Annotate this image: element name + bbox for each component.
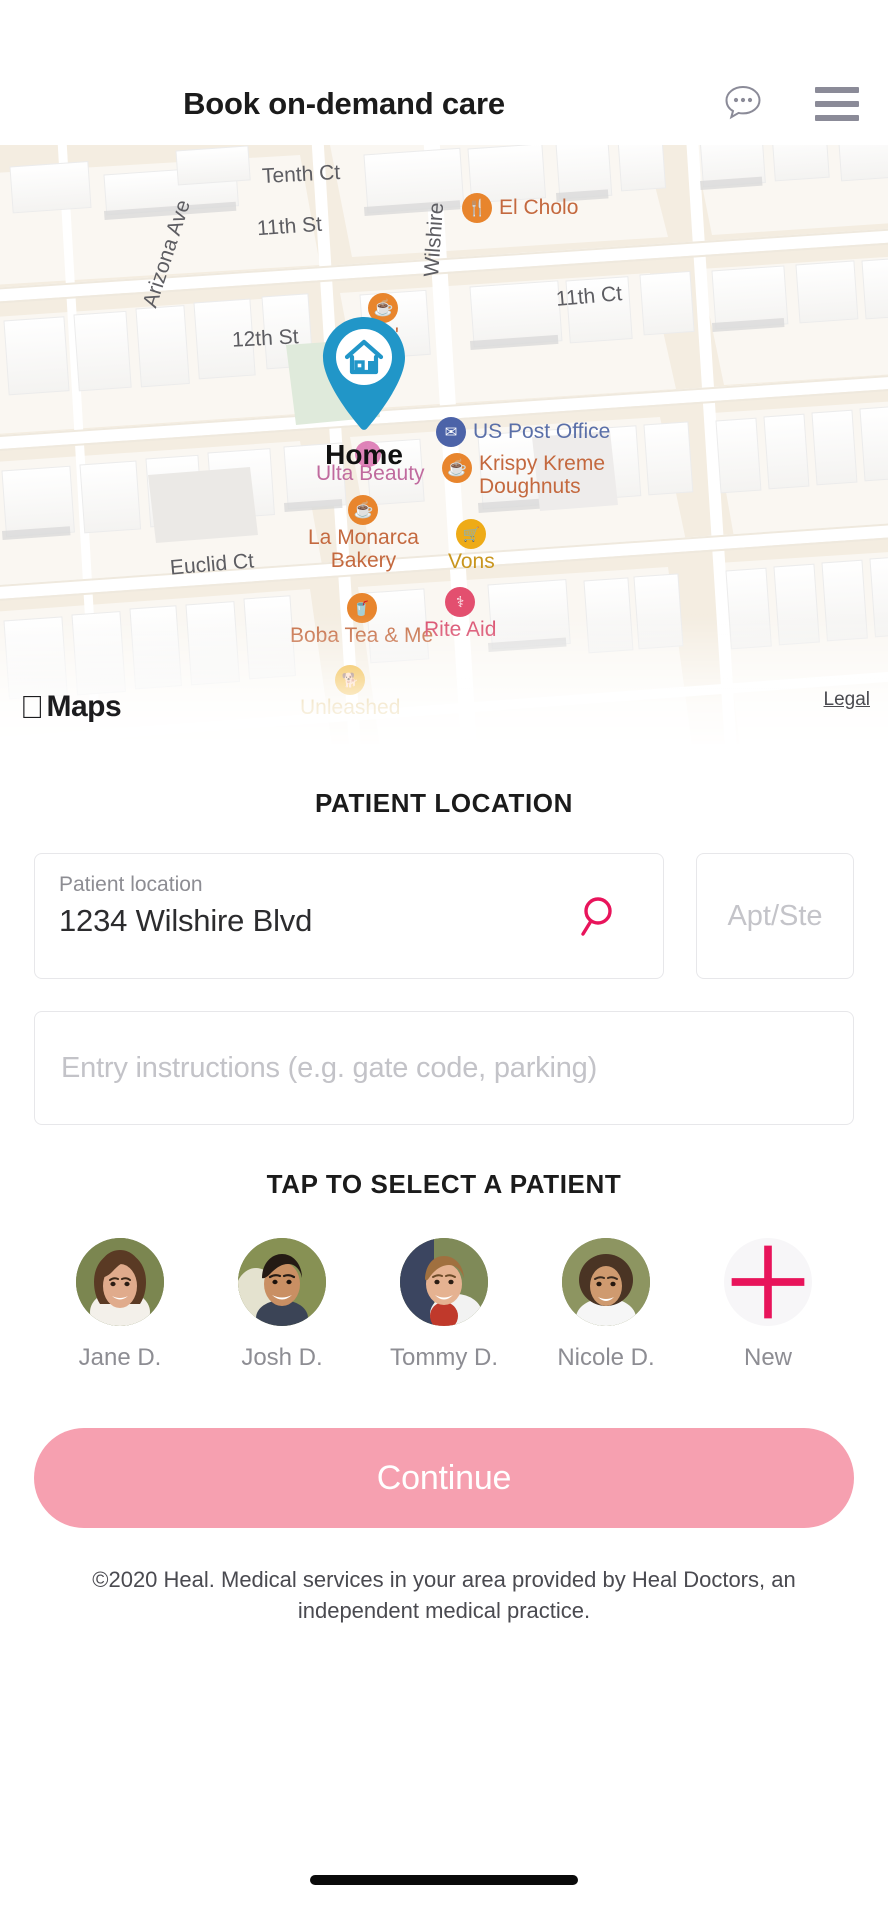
poi-label: US Post Office (473, 419, 611, 443)
poi-label: La Monarca Bakery (308, 526, 419, 572)
apple-maps-attribution:  Maps (20, 690, 122, 724)
poi-krispy-kreme[interactable]: ☕ Krispy Kreme Doughnuts (442, 452, 606, 498)
patient-location-input[interactable]: Patient location 1234 Wilshire Blvd (34, 853, 664, 979)
apt-ste-input[interactable]: Apt/Ste (696, 853, 854, 979)
poi-unleashed[interactable]: 🐕 Unleashed (300, 665, 400, 720)
poi-label: Krispy Kreme Doughnuts (479, 452, 606, 498)
avatar (238, 1238, 326, 1326)
patient-name: Nicole D. (557, 1344, 655, 1371)
poi-label: Boba Tea & Me (290, 624, 434, 647)
patient-option-tommy[interactable]: Tommy D. (370, 1238, 518, 1372)
patient-option-jane[interactable]: Jane D. (46, 1238, 194, 1372)
poi-vons[interactable]: 🛒 Vons (448, 519, 495, 574)
patient-location-caption: Patient location (59, 873, 203, 896)
menu-button[interactable] (814, 81, 860, 127)
restaurant-icon: 🍴 (462, 193, 492, 223)
patient-list: Jane D. Josh D. Tommy D. Nicole D. New (34, 1238, 854, 1372)
chat-bubble-dots-icon (725, 85, 761, 119)
poi-label: Vons (448, 550, 495, 573)
cafe-icon: ☕ (442, 453, 472, 483)
avatar-photo (562, 1238, 650, 1326)
poi-la-monarca-bakery[interactable]: ☕ La Monarca Bakery (308, 495, 419, 572)
poi-us-post-office[interactable]: ✉ US Post Office (436, 417, 610, 447)
patient-option-nicole[interactable]: Nicole D. (532, 1238, 680, 1372)
poi-el-cholo[interactable]: 🍴 El Cholo (462, 193, 578, 223)
map-pin-icon (323, 317, 405, 430)
patient-option-josh[interactable]: Josh D. (208, 1238, 356, 1372)
home-location-pin[interactable]: Home (318, 315, 410, 470)
avatar-photo (238, 1238, 326, 1326)
patient-location-value: 1234 Wilshire Blvd (59, 903, 313, 939)
select-patient-heading: TAP TO SELECT A PATIENT (266, 1169, 622, 1199)
poi-label: Rite Aid (424, 618, 497, 641)
apple-logo-icon:  (20, 691, 44, 723)
poi-rite-aid[interactable]: ⚕ Rite Aid (424, 587, 496, 642)
maps-label: Maps (23, 690, 122, 723)
pet-icon: 🐕 (335, 665, 366, 695)
avatar (400, 1238, 488, 1326)
cafe-icon: ☕ (348, 495, 379, 525)
patient-name: New (743, 1344, 792, 1371)
avatar-photo (400, 1238, 488, 1326)
status-bar-safe-area (0, 0, 888, 62)
home-pin-label: Home (325, 439, 403, 470)
patient-name: Josh D. (241, 1344, 323, 1371)
legal-link[interactable]: Legal (824, 689, 871, 711)
avatar-photo (76, 1238, 164, 1326)
add-patient-circle (724, 1238, 812, 1326)
form-content: PATIENT LOCATION Patient location 1234 W… (0, 744, 888, 1920)
grocery-cart-icon: 🛒 (456, 519, 487, 549)
street-label: 11th St (256, 212, 323, 241)
avatar (76, 1238, 164, 1326)
drink-icon: 🥤 (346, 593, 377, 623)
patient-option-new[interactable]: New (694, 1238, 842, 1372)
poi-boba-tea-and-me[interactable]: 🥤 Boba Tea & Me (290, 593, 433, 648)
plus-icon (731, 1245, 805, 1319)
avatar (562, 1238, 650, 1326)
poi-label: Unleashed (300, 696, 401, 719)
patient-location-heading: PATIENT LOCATION (314, 788, 574, 818)
mail-icon: ✉ (436, 417, 466, 447)
home-indicator[interactable] (310, 1875, 578, 1885)
poi-label: El Cholo (499, 195, 579, 219)
hamburger-menu-icon (815, 86, 859, 121)
nav-actions (720, 81, 860, 127)
patient-name: Jane D. (78, 1344, 162, 1371)
chat-button[interactable] (720, 81, 766, 127)
navigation-bar: Book on-demand care (0, 62, 888, 145)
street-label: 12th St (231, 325, 300, 352)
map-view[interactable]: Tenth Ct Arizona Ave 11th St Wilshire 11… (0, 145, 888, 744)
home-indicator-area (34, 1840, 854, 1920)
search-icon[interactable] (579, 894, 623, 938)
pharmacy-icon: ⚕ (445, 587, 476, 617)
patient-name: Tommy D. (390, 1344, 498, 1371)
entry-instructions-input[interactable]: Entry instructions (e.g. gate code, park… (34, 1011, 854, 1125)
footer-disclaimer: ©2020 Heal. Medical services in your are… (92, 1567, 796, 1624)
location-row: Patient location 1234 Wilshire Blvd Apt/… (34, 853, 854, 979)
continue-button[interactable]: Continue (34, 1428, 854, 1528)
street-label: Tenth Ct (261, 160, 341, 189)
app-screen: Book on-demand care Tenth Ct Arizona Ave… (0, 0, 888, 1920)
